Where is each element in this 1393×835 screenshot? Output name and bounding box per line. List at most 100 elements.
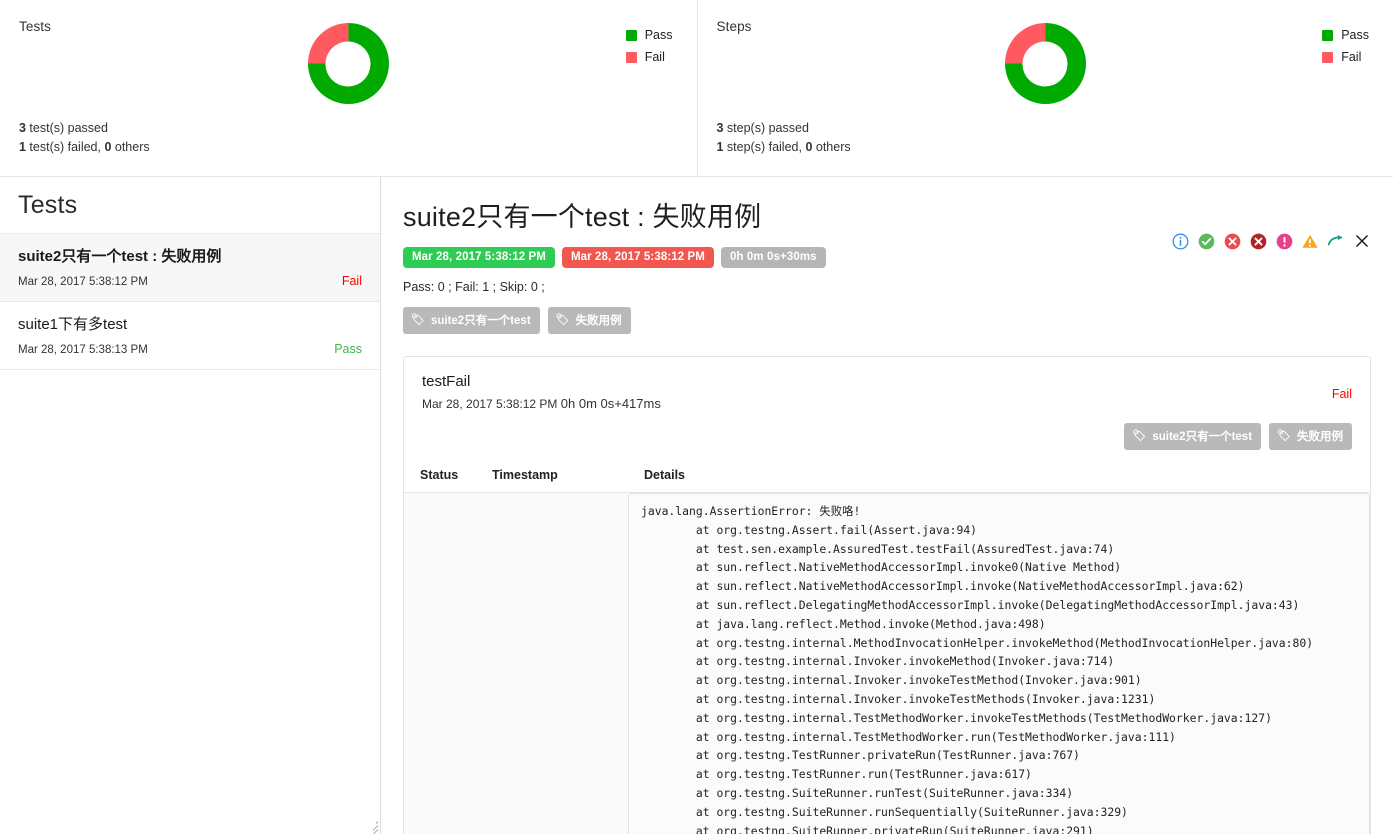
donut-chart-steps-wrap [698,23,1393,104]
column-header-details: Details [628,460,1370,493]
summary-passed-line: 3 test(s) passed [19,119,150,138]
detail-icon-toolbar [1171,232,1371,250]
summary-failed-line: 1 test(s) failed, 0 others [19,138,150,157]
summary-stats-steps: 3 step(s) passed 1 step(s) failed, 0 oth… [717,119,851,157]
skip-arrow-icon[interactable] [1327,232,1345,250]
stack-trace-block: java.lang.AssertionError: 失败咯! at org.te… [628,493,1370,834]
sidebar-item-status-badge: Fail [342,274,362,288]
sidebar-item-test-1[interactable]: suite1下有多test Mar 28, 2017 5:38:13 PM Pa… [0,302,380,370]
donut-hole [326,41,371,86]
legend-item-pass: Pass [1322,24,1369,46]
donut-chart-tests-wrap [0,23,697,104]
legend-item-pass: Pass [626,24,673,46]
check-circle-icon[interactable] [1197,232,1215,250]
legend-label-fail: Fail [1341,46,1361,68]
report-page: Tests Pass Fail 3 test(s) passed 1 test(… [0,0,1393,835]
sidebar-resize-handle[interactable] [365,819,378,832]
legend-item-fail: Fail [626,46,673,68]
detail-tag-row: 🏷 suite2只有一个test 🏷 失败用例 [403,307,1371,334]
tag-label: 失败用例 [576,312,622,328]
sidebar-item-status-badge: Pass [334,342,362,356]
tag-icon: 🏷 [556,315,570,326]
summary-failed-text: step(s) failed, [723,140,805,154]
detail-badge-row: Mar 28, 2017 5:38:12 PM Mar 28, 2017 5:3… [403,247,1371,268]
start-time-badge: Mar 28, 2017 5:38:12 PM [403,247,555,268]
summary-failed-text: test(s) failed, [26,140,105,154]
exclamation-circle-icon[interactable] [1275,232,1293,250]
legend-swatch-fail-icon [626,52,637,63]
test-card-header: testFail Mar 28, 2017 5:38:12 PM 0h 0m 0… [404,357,1370,411]
donut-hole [1023,41,1068,86]
summary-strip: Tests Pass Fail 3 test(s) passed 1 test(… [0,0,1393,177]
sidebar-item-timestamp: Mar 28, 2017 5:38:12 PM [18,276,362,288]
test-method-timestamp: Mar 28, 2017 5:38:12 PM [422,397,557,411]
test-method-status-badge: Fail [1332,387,1352,401]
donut-chart-tests [308,23,389,104]
sidebar-item-label: suite1下有多test [18,316,362,335]
tag-chip[interactable]: 🏷 失败用例 [548,307,631,334]
legend-steps: Pass Fail [1322,24,1369,68]
summary-failed-line: 1 step(s) failed, 0 others [717,138,851,157]
sidebar-heading: Tests [18,191,362,220]
duration-badge: 0h 0m 0s+30ms [721,247,826,268]
info-icon[interactable] [1171,232,1189,250]
column-header-timestamp: Timestamp [476,460,628,493]
summary-failed-count: 1 [19,140,26,154]
legend-label-pass: Pass [1341,24,1369,46]
tag-label: 失败用例 [1297,428,1343,444]
summary-passed-text: step(s) passed [723,121,808,135]
tag-chip[interactable]: 🏷 suite2只有一个test [1124,423,1261,450]
tag-chip[interactable]: 🏷 suite2只有一个test [403,307,540,334]
tag-label: suite2只有一个test [1152,428,1252,444]
test-detail-pane: suite2只有一个test : 失败用例 Mar 28, 2017 5:38:… [381,177,1393,834]
summary-others-text: others [812,140,850,154]
tag-chip[interactable]: 🏷 失败用例 [1269,423,1352,450]
summary-card-steps: Steps Pass Fail 3 step(s) passed 1 step(… [697,0,1393,176]
table-row: 5:38:13 PM java.lang.AssertionError: 失败咯… [404,493,1370,835]
tests-sidebar: Tests suite2只有一个test : 失败用例 Mar 28, 2017… [0,177,381,834]
donut-chart-steps [1005,23,1086,104]
detail-counts: Pass: 0 ; Fail: 1 ; Skip: 0 ; [403,280,1371,294]
error-circle-icon[interactable] [1249,232,1267,250]
summary-card-tests: Tests Pass Fail 3 test(s) passed 1 test(… [0,0,697,176]
sidebar-item-timestamp: Mar 28, 2017 5:38:13 PM [18,344,362,356]
test-card-tag-row: 🏷 suite2只有一个test 🏷 失败用例 [404,411,1370,450]
legend-swatch-pass-icon [1322,30,1333,41]
cell-status [404,493,476,835]
table-header-row: Status Timestamp Details [404,460,1370,493]
warning-triangle-icon[interactable] [1301,232,1319,250]
legend-item-fail: Fail [1322,46,1369,68]
tag-icon: 🏷 [1277,431,1291,442]
cell-timestamp: 5:38:13 PM [476,493,628,835]
legend-label-fail: Fail [645,46,665,68]
fail-circle-icon[interactable] [1223,232,1241,250]
summary-passed-text: test(s) passed [26,121,108,135]
test-method-name: testFail [422,373,1352,390]
legend-swatch-pass-icon [626,30,637,41]
page-title: suite2只有一个test : 失败用例 [403,195,1371,234]
sidebar-item-label: suite2只有一个test : 失败用例 [18,248,362,267]
end-time-badge: Mar 28, 2017 5:38:12 PM [562,247,714,268]
cell-details: java.lang.AssertionError: 失败咯! at org.te… [628,493,1370,835]
sidebar-header: Tests [0,177,380,234]
summary-others-text: others [111,140,149,154]
close-icon[interactable] [1353,232,1371,250]
legend-label-pass: Pass [645,24,673,46]
test-steps-table: Status Timestamp Details 5: [404,460,1370,834]
tag-icon: 🏷 [411,315,425,326]
legend-swatch-fail-icon [1322,52,1333,63]
legend-tests: Pass Fail [626,24,673,68]
table-body: 5:38:13 PM java.lang.AssertionError: 失败咯… [404,493,1370,835]
body-row: Tests suite2只有一个test : 失败用例 Mar 28, 2017… [0,177,1393,834]
sidebar-item-test-0[interactable]: suite2只有一个test : 失败用例 Mar 28, 2017 5:38:… [0,234,380,302]
summary-stats-tests: 3 test(s) passed 1 test(s) failed, 0 oth… [19,119,150,157]
summary-passed-count: 3 [19,121,26,135]
tag-icon: 🏷 [1132,431,1146,442]
test-method-duration: 0h 0m 0s+417ms [561,396,661,411]
test-card-subline: Mar 28, 2017 5:38:12 PM 0h 0m 0s+417ms [422,396,1352,411]
test-result-card: testFail Mar 28, 2017 5:38:12 PM 0h 0m 0… [403,356,1371,834]
table-head: Status Timestamp Details [404,460,1370,493]
column-header-status: Status [404,460,476,493]
tag-label: suite2只有一个test [431,312,531,328]
summary-passed-line: 3 step(s) passed [717,119,851,138]
